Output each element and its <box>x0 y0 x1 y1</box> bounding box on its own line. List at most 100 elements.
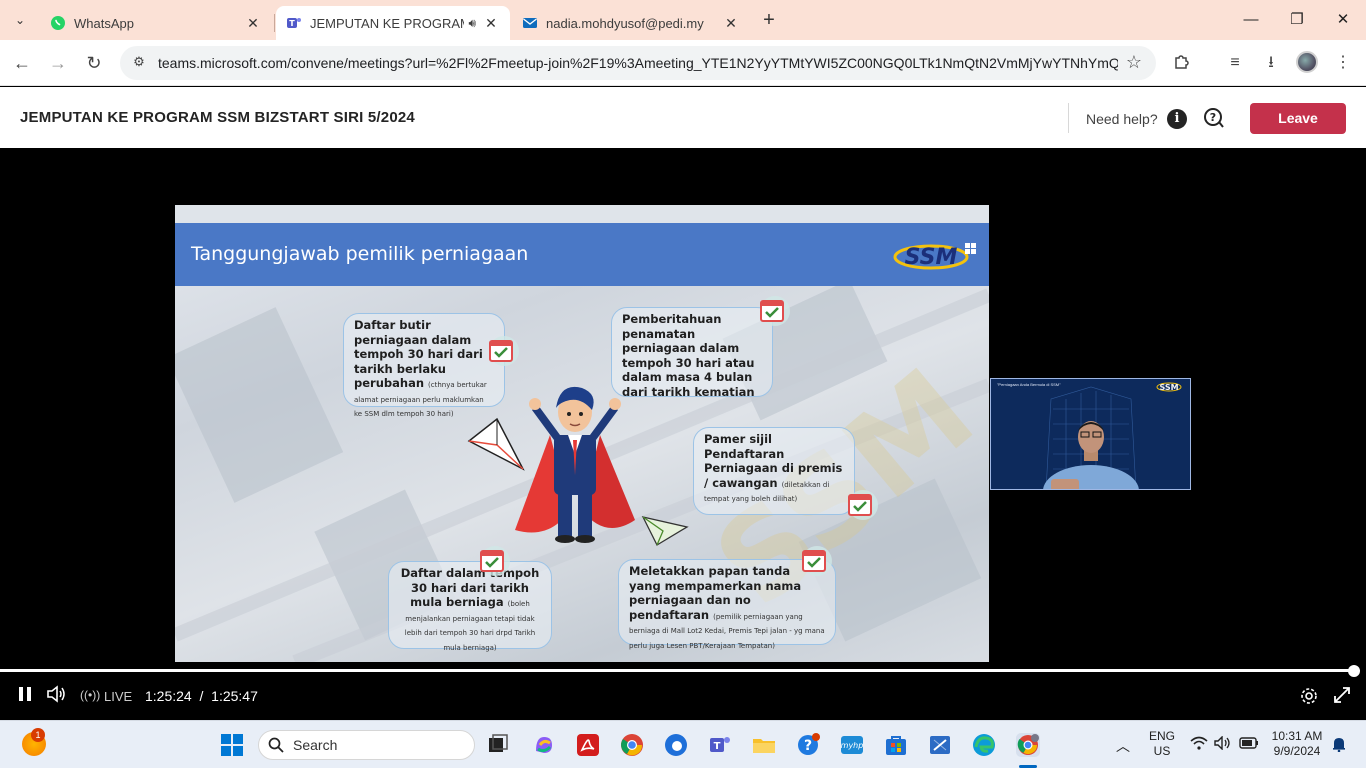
language-indicator[interactable]: ENG US <box>1146 729 1178 759</box>
pause-icon[interactable] <box>18 686 32 707</box>
volume-icon[interactable] <box>46 685 66 708</box>
outlook-icon <box>522 15 538 31</box>
store-icon[interactable] <box>884 733 908 757</box>
bubble-text: Daftar butir perniagaan dalam tempoh 30 … <box>354 318 483 390</box>
chrome-icon[interactable] <box>620 733 644 757</box>
language-code: ENG <box>1148 729 1175 743</box>
bubble-text: Pemberitahuan penamatan perniagaan dalam… <box>622 312 755 399</box>
calendar-check-icon <box>489 336 519 366</box>
paper-plane-icon <box>641 516 689 546</box>
paper-plane-icon <box>467 417 525 471</box>
site-settings-icon[interactable]: ⚙ <box>130 54 148 72</box>
taskbar-search[interactable]: Search <box>258 730 475 760</box>
myhp-icon[interactable]: myhp <box>840 733 864 757</box>
tab-label: WhatsApp <box>74 15 134 31</box>
browser-tab-strip: ⌄ WhatsApp ✕ T JEMPUTAN KE PROGRAM S 🔊︎ … <box>0 0 1366 40</box>
battery-icon[interactable] <box>1239 736 1259 752</box>
duration: 1:25:47 <box>211 688 258 704</box>
restore-button[interactable]: ❐ <box>1274 8 1320 32</box>
slide-title: Tanggungjawab pemilik perniagaan <box>191 243 529 265</box>
pip-banner-text: "Perniagaan Anda Bermula di SSM" <box>997 382 1061 387</box>
edge-blue-icon[interactable] <box>664 733 688 757</box>
get-help-icon[interactable]: ? <box>796 733 820 757</box>
edge-icon[interactable] <box>972 733 996 757</box>
windows-taskbar: 1 Search T ? myhp ︿ ENG US 10:31 AM 9/9/… <box>0 720 1366 768</box>
url-text[interactable]: teams.microsoft.com/convene/meetings?url… <box>158 55 1118 71</box>
live-label: LIVE <box>104 689 133 704</box>
reload-button[interactable]: ↻ <box>81 50 107 76</box>
info-bubble-certificate: Pamer sijil Pendaftaran Perniagaan di pr… <box>693 427 855 515</box>
live-broadcast-icon: ((•)) <box>80 688 101 702</box>
clock[interactable]: 10:31 AM 9/9/2024 <box>1266 729 1328 759</box>
ssm-logo-text: SSM <box>905 245 958 270</box>
search-placeholder: Search <box>293 737 338 753</box>
fullscreen-icon[interactable] <box>1333 686 1351 709</box>
teams-taskbar-icon[interactable]: T <box>708 733 732 757</box>
teams-icon: T <box>286 15 302 31</box>
whatsapp-icon <box>50 15 66 31</box>
clock-time: 10:31 AM <box>1271 729 1323 743</box>
playback-time: 1:25:24 / 1:25:47 <box>145 688 258 704</box>
presenter-video <box>991 379 1190 489</box>
close-window-button[interactable]: ✕ <box>1320 8 1366 32</box>
task-view-icon[interactable] <box>486 733 510 757</box>
seek-bar[interactable] <box>0 669 1354 672</box>
info-icon[interactable]: i <box>1167 109 1187 129</box>
tab-whatsapp[interactable]: WhatsApp ✕ <box>40 6 272 40</box>
profile-avatar[interactable] <box>1296 51 1318 73</box>
help-chat-icon[interactable]: ? <box>1203 107 1225 129</box>
close-icon[interactable]: ✕ <box>244 15 262 32</box>
shared-slide: SSM Tanggungjawab pemilik perniagaan SSM… <box>175 205 989 662</box>
download-icon[interactable]: ⭳ <box>1260 52 1282 74</box>
tab-divider <box>274 14 275 32</box>
tab-label: JEMPUTAN KE PROGRAM S <box>310 15 465 31</box>
clock-date: 9/9/2024 <box>1273 744 1321 758</box>
slide-top-strip <box>175 205 989 223</box>
close-icon[interactable]: ✕ <box>482 15 500 32</box>
speaker-icon[interactable] <box>1214 735 1232 753</box>
minimize-button[interactable]: — <box>1228 8 1274 32</box>
snipping-tool-icon[interactable] <box>928 733 952 757</box>
start-windows-icon[interactable] <box>220 733 244 757</box>
presenter-video-tile[interactable]: "Perniagaan Anda Bermula di SSM" SSM <box>990 378 1191 490</box>
bookmark-star-icon[interactable]: ☆ <box>1126 52 1142 73</box>
svg-text:?: ? <box>1210 111 1216 124</box>
video-stage[interactable]: SSM Tanggungjawab pemilik perniagaan SSM… <box>0 148 1366 720</box>
back-button[interactable]: ← <box>9 50 35 76</box>
settings-gear-icon[interactable] <box>1300 687 1318 710</box>
current-time: 1:25:24 <box>145 688 192 704</box>
acrobat-icon[interactable] <box>576 733 600 757</box>
browser-toolbar: ← → ↻ ⚙ teams.microsoft.com/convene/meet… <box>0 40 1366 86</box>
media-control-icon[interactable]: ≡ <box>1224 52 1246 74</box>
tab-outlook[interactable]: nadia.mohdyusof@pedi.my ✕ <box>512 6 750 40</box>
close-icon[interactable]: ✕ <box>722 15 740 32</box>
chrome-profile-icon[interactable] <box>1016 733 1040 757</box>
tab-label: nadia.mohdyusof@pedi.my <box>546 15 704 31</box>
notification-bell-icon[interactable] <box>1331 736 1347 755</box>
time-separator: / <box>199 688 204 704</box>
new-tab-button[interactable]: + <box>758 9 780 31</box>
pip-logo-text: SSM <box>1159 383 1178 392</box>
file-explorer-icon[interactable] <box>752 733 776 757</box>
player-controls: ((•)) LIVE 1:25:24 / 1:25:47 <box>0 676 1366 720</box>
superhero-businessman-illustration <box>515 386 635 543</box>
speaker-icon[interactable]: 🔊︎ <box>468 16 476 31</box>
leave-button[interactable]: Leave <box>1250 103 1346 134</box>
tab-teams-meeting[interactable]: T JEMPUTAN KE PROGRAM S 🔊︎ ✕ <box>276 6 510 40</box>
svg-text:myhp: myhp <box>841 741 864 750</box>
region-code: US <box>1153 744 1171 758</box>
address-bar[interactable]: ⚙ teams.microsoft.com/convene/meetings?u… <box>120 46 1156 80</box>
info-bubble-register: Daftar dalam tempoh 30 hari dari tarikh … <box>388 561 552 652</box>
wifi-icon[interactable] <box>1190 736 1208 753</box>
extensions-icon[interactable] <box>1171 52 1193 74</box>
slide-title-banner: Tanggungjawab pemilik perniagaan SSM <box>175 223 989 286</box>
menu-icon[interactable]: ⋮ <box>1332 52 1354 74</box>
forward-button[interactable]: → <box>45 50 71 76</box>
tab-search-button[interactable]: ⌄ <box>8 8 32 32</box>
calendar-check-icon <box>760 296 790 326</box>
show-hidden-icons-chevron-icon[interactable]: ︿ <box>1116 736 1130 756</box>
svg-text:?: ? <box>804 738 812 754</box>
copilot-icon[interactable] <box>532 733 556 757</box>
need-help-link[interactable]: Need help? <box>1086 111 1158 127</box>
calendar-check-icon <box>480 546 510 576</box>
